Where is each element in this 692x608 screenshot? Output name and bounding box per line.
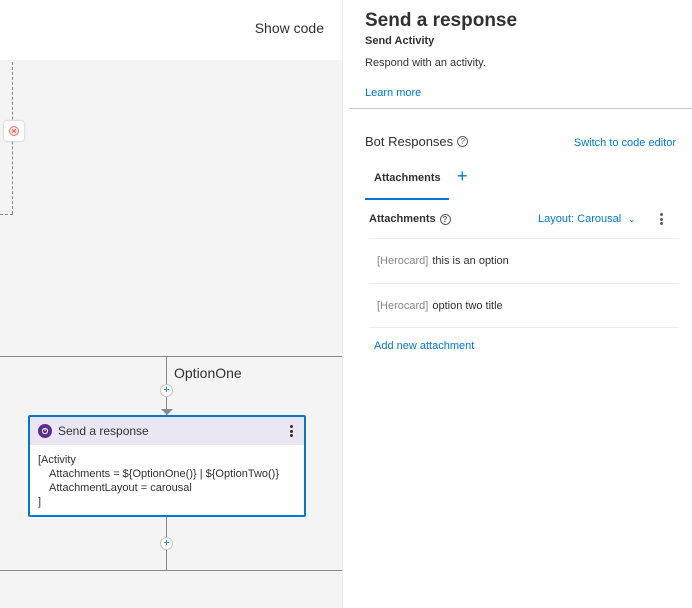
switch-code-editor-link[interactable]: Switch to code editor bbox=[574, 137, 676, 149]
add-step-button-top[interactable]: + bbox=[160, 384, 173, 397]
chat-bubble-icon bbox=[38, 424, 52, 438]
error-node[interactable] bbox=[4, 121, 24, 141]
add-step-button-bottom[interactable]: + bbox=[160, 537, 173, 550]
node-more-options-icon[interactable] bbox=[286, 423, 296, 439]
more-options-icon[interactable] bbox=[660, 213, 664, 225]
panel-title: Send a response bbox=[365, 10, 518, 31]
node-line: Attachments = ${OptionOne()} | ${OptionT… bbox=[49, 468, 280, 480]
panel-divider bbox=[349, 108, 692, 109]
canvas-toolbar: Show code bbox=[0, 0, 342, 60]
show-code-button[interactable]: Show code bbox=[255, 20, 324, 36]
layout-dropdown-value: Layout: Carousal bbox=[538, 213, 622, 225]
attachment-item[interactable]: [Herocard] this is an option bbox=[369, 238, 679, 282]
node-header: Send a response bbox=[30, 417, 304, 445]
tab-attachments[interactable]: Attachments bbox=[365, 166, 449, 200]
attachments-header: Attachments ? bbox=[369, 213, 451, 225]
attachment-list-end bbox=[369, 327, 679, 328]
add-attachment-link[interactable]: Add new attachment bbox=[374, 340, 474, 352]
attachment-type-tag: [Herocard] bbox=[377, 299, 429, 312]
error-circle-icon bbox=[9, 126, 19, 136]
send-response-node[interactable]: Send a response [Activity Attachments = … bbox=[28, 415, 306, 517]
panel-subtitle: Send Activity bbox=[365, 35, 435, 47]
bot-responses-text: Bot Responses bbox=[365, 134, 454, 149]
bot-responses-label: Bot Responses ? bbox=[365, 134, 469, 149]
info-icon[interactable]: ? bbox=[439, 213, 451, 225]
flow-canvas[interactable] bbox=[0, 60, 342, 608]
branch-label: OptionOne bbox=[174, 365, 242, 381]
node-title: Send a response bbox=[58, 424, 149, 438]
learn-more-link[interactable]: Learn more bbox=[365, 87, 421, 99]
panel-description: Respond with an activity. bbox=[365, 57, 486, 69]
node-line: AttachmentLayout = carousal bbox=[49, 482, 192, 494]
info-icon[interactable]: ? bbox=[457, 136, 469, 147]
chevron-down-icon: ⌄ bbox=[628, 213, 636, 224]
layout-dropdown[interactable]: Layout: Carousal ⌄ bbox=[538, 213, 636, 225]
branch-divider-top bbox=[0, 356, 342, 357]
attachment-text: option two title bbox=[432, 299, 503, 312]
attachments-header-text: Attachments bbox=[369, 213, 436, 225]
properties-panel: Send a response Send Activity Respond wi… bbox=[342, 0, 692, 608]
node-line: [Activity bbox=[38, 454, 76, 466]
dashed-connector-end bbox=[0, 214, 13, 215]
branch-divider-bottom bbox=[0, 570, 342, 571]
node-body: [Activity Attachments = ${OptionOne()} |… bbox=[30, 445, 304, 517]
attachment-type-tag: [Herocard] bbox=[377, 254, 429, 267]
attachment-text: this is an option bbox=[432, 254, 509, 267]
node-line: ] bbox=[38, 496, 42, 508]
attachment-item[interactable]: [Herocard] option two title bbox=[369, 283, 679, 327]
add-tab-icon[interactable]: + bbox=[457, 167, 468, 185]
